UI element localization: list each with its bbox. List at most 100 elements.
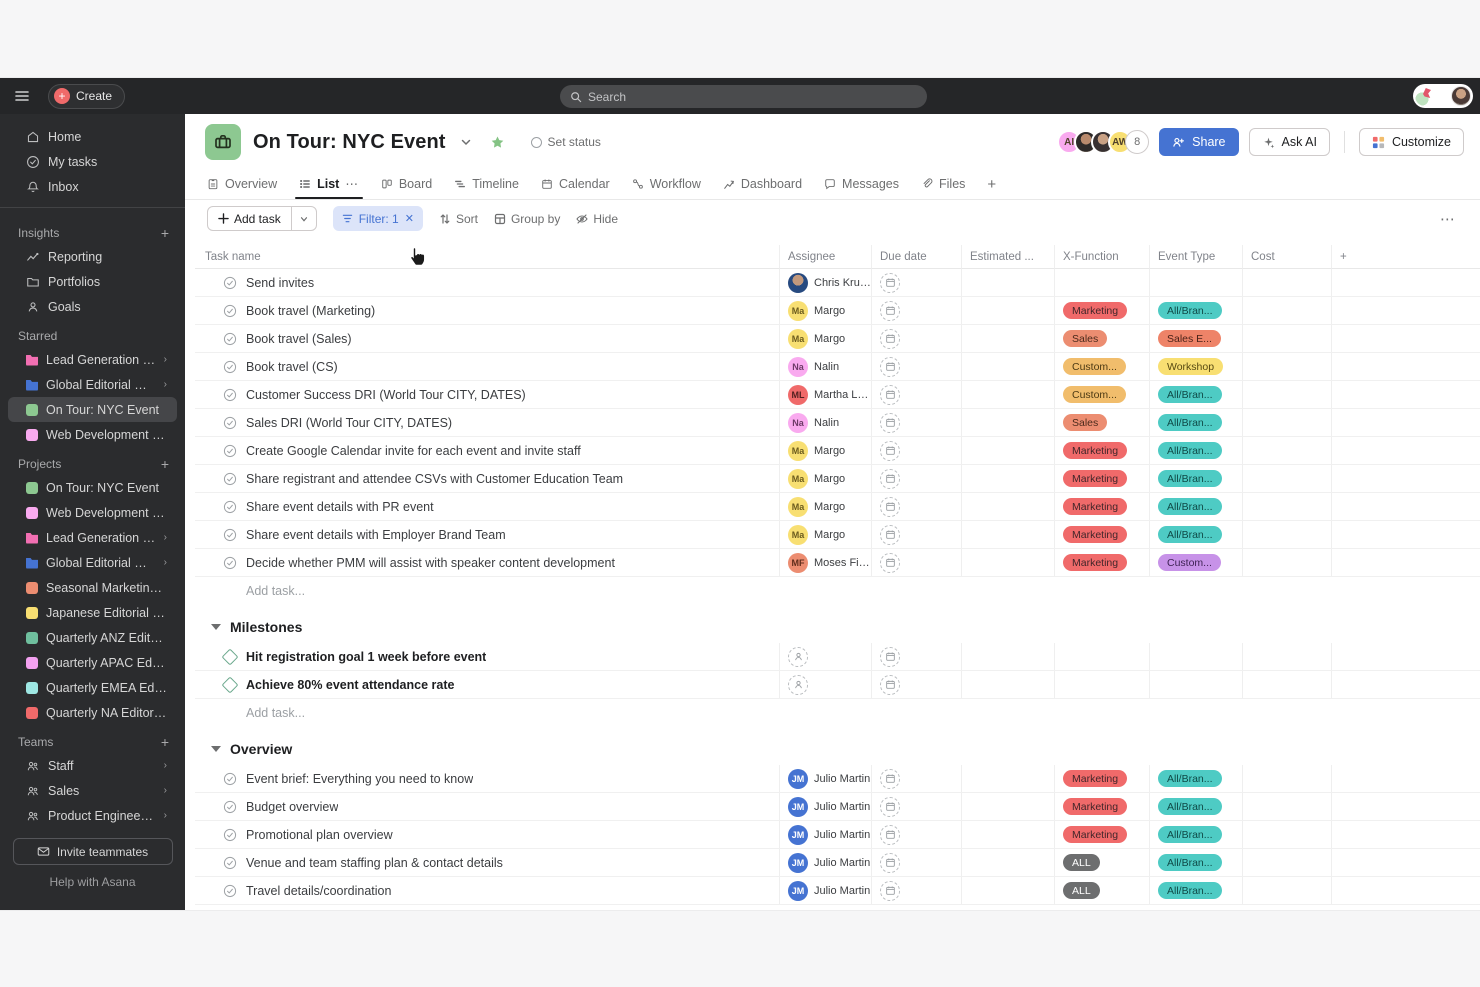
task-check-icon[interactable]	[223, 772, 237, 786]
tab-overview[interactable]: Overview	[207, 170, 277, 199]
tag-all_brands[interactable]: All/Bran...	[1158, 826, 1222, 843]
task-check-icon[interactable]	[223, 304, 237, 318]
task-check-icon[interactable]	[223, 416, 237, 430]
sidebar-item-global-editorial-cale[interactable]: Global Editorial Cale...›	[8, 372, 177, 397]
x-function-cell[interactable]: Marketing	[1055, 493, 1150, 521]
calendar-icon[interactable]	[880, 853, 900, 873]
task-row[interactable]: Book travel (CS)NaNalinCustom...Workshop	[195, 353, 1480, 381]
sidebar-item-on-tour-nyc-event[interactable]: On Tour: NYC Event	[8, 475, 177, 500]
due-date-cell[interactable]	[872, 465, 962, 493]
calendar-icon[interactable]	[880, 413, 900, 433]
task-row[interactable]: Budget overviewJMJulio MartinMarketingAl…	[195, 793, 1480, 821]
invite-teammates-button[interactable]: Invite teammates	[13, 838, 173, 865]
estimated-cell[interactable]	[962, 437, 1055, 465]
due-date-cell[interactable]	[872, 643, 962, 671]
tab-calendar[interactable]: Calendar	[541, 170, 610, 199]
tab-timeline[interactable]: Timeline	[454, 170, 519, 199]
x-function-cell[interactable]: Marketing	[1055, 521, 1150, 549]
tag-all[interactable]: ALL	[1063, 882, 1100, 899]
task-name[interactable]: Travel details/coordination	[246, 884, 391, 898]
calendar-icon[interactable]	[880, 769, 900, 789]
event-type-cell[interactable]: All/Bran...	[1150, 821, 1243, 849]
tag-all_brands[interactable]: All/Bran...	[1158, 302, 1222, 319]
add-view-tab-button[interactable]: +	[987, 170, 996, 199]
task-check-icon[interactable]	[223, 828, 237, 842]
column-header-event-type[interactable]: Event Type	[1150, 245, 1243, 269]
x-function-cell[interactable]: Marketing	[1055, 765, 1150, 793]
task-check-icon[interactable]	[223, 800, 237, 814]
tag-all_brands[interactable]: All/Bran...	[1158, 770, 1222, 787]
tag-sales[interactable]: Sales	[1063, 414, 1107, 431]
tag-marketing[interactable]: Marketing	[1063, 826, 1127, 843]
task-check-icon[interactable]	[223, 500, 237, 514]
task-name[interactable]: Event brief: Everything you need to know	[246, 772, 473, 786]
avatar-overflow-count[interactable]: 8	[1125, 130, 1149, 154]
clear-filter-icon[interactable]: ✕	[405, 212, 414, 225]
task-row[interactable]: Share event details with PR eventMaMargo…	[195, 493, 1480, 521]
tag-all_brands[interactable]: All/Bran...	[1158, 498, 1222, 515]
estimated-cell[interactable]	[962, 325, 1055, 353]
tag-all_brands[interactable]: All/Bran...	[1158, 798, 1222, 815]
tag-all_brands[interactable]: All/Bran...	[1158, 442, 1222, 459]
cost-cell[interactable]	[1243, 465, 1332, 493]
sidebar-item-quarterly-apac-editorial[interactable]: Quarterly APAC Editorial ...	[8, 650, 177, 675]
sidebar-item-japanese-editorial-calen[interactable]: Japanese Editorial Calen...	[8, 600, 177, 625]
assignee-cell[interactable]: JMJulio Martin	[780, 877, 872, 905]
due-date-cell[interactable]	[872, 549, 962, 577]
x-function-cell[interactable]: Marketing	[1055, 793, 1150, 821]
event-type-cell[interactable]: All/Bran...	[1150, 297, 1243, 325]
event-type-cell[interactable]	[1150, 269, 1243, 297]
add-task-button[interactable]: Add task	[207, 206, 317, 231]
assignee-cell[interactable]: JMJulio Martin	[780, 793, 872, 821]
add-task-row[interactable]: Add task...	[195, 577, 1480, 605]
task-check-icon[interactable]	[223, 884, 237, 898]
milestone-row[interactable]: Hit registration goal 1 week before even…	[195, 643, 1480, 671]
due-date-cell[interactable]	[872, 297, 962, 325]
sidebar-item-quarterly-anz-editorial-c[interactable]: Quarterly ANZ Editorial C...	[8, 625, 177, 650]
event-type-cell[interactable]: All/Bran...	[1150, 465, 1243, 493]
assignee-cell[interactable]	[780, 671, 872, 699]
tab-dashboard[interactable]: Dashboard	[723, 170, 802, 199]
tag-sales[interactable]: Sales	[1063, 330, 1107, 347]
milestone-row[interactable]: Achieve 80% event attendance rate	[195, 671, 1480, 699]
estimated-cell[interactable]	[962, 521, 1055, 549]
event-type-cell[interactable]: Sales E...	[1150, 325, 1243, 353]
tag-marketing[interactable]: Marketing	[1063, 302, 1127, 319]
tab-files[interactable]: Files	[921, 170, 965, 199]
due-date-cell[interactable]	[872, 765, 962, 793]
assignee-cell[interactable]: JMJulio Martin	[780, 821, 872, 849]
task-check-icon[interactable]	[223, 556, 237, 570]
assignee-cell[interactable]: MaMargo	[780, 325, 872, 353]
calendar-icon[interactable]	[880, 797, 900, 817]
estimated-cell[interactable]	[962, 671, 1055, 699]
sidebar-section-projects[interactable]: Projects+	[0, 447, 185, 475]
task-row[interactable]: Book travel (Sales)MaMargoSalesSales E..…	[195, 325, 1480, 353]
group-by-button[interactable]: Group by	[494, 212, 560, 226]
due-date-cell[interactable]	[872, 437, 962, 465]
sidebar-item-reporting[interactable]: Reporting	[8, 244, 177, 269]
sidebar-item-product-engineering[interactable]: Product Engineering›	[8, 803, 177, 828]
assignee-cell[interactable]	[780, 643, 872, 671]
customize-button[interactable]: Customize	[1359, 128, 1464, 156]
assignee-cell[interactable]: MaMargo	[780, 493, 872, 521]
sidebar-item-inbox[interactable]: Inbox	[8, 174, 177, 199]
cost-cell[interactable]	[1243, 325, 1332, 353]
sidebar-item-lead-generation-ca[interactable]: Lead Generation Ca...›	[8, 525, 177, 550]
task-name[interactable]: Book travel (CS)	[246, 360, 338, 374]
add-icon[interactable]: +	[161, 734, 169, 750]
event-type-cell[interactable]: Custom...	[1150, 549, 1243, 577]
tag-marketing[interactable]: Marketing	[1063, 498, 1127, 515]
add-icon[interactable]: +	[161, 225, 169, 241]
task-name[interactable]: Customer Success DRI (World Tour CITY, D…	[246, 388, 526, 402]
calendar-icon[interactable]	[880, 553, 900, 573]
cost-cell[interactable]	[1243, 821, 1332, 849]
cost-cell[interactable]	[1243, 493, 1332, 521]
task-name[interactable]: Create Google Calendar invite for each e…	[246, 444, 581, 458]
due-date-cell[interactable]	[872, 409, 962, 437]
cost-cell[interactable]	[1243, 671, 1332, 699]
column-header-estimated[interactable]: Estimated ...	[962, 245, 1055, 269]
sidebar-section-insights[interactable]: Insights+	[0, 216, 185, 244]
tag-all_brands[interactable]: All/Bran...	[1158, 414, 1222, 431]
task-name[interactable]: Hit registration goal 1 week before even…	[246, 650, 486, 664]
sidebar-item-web-development-sprint[interactable]: Web Development Sprint...	[8, 422, 177, 447]
